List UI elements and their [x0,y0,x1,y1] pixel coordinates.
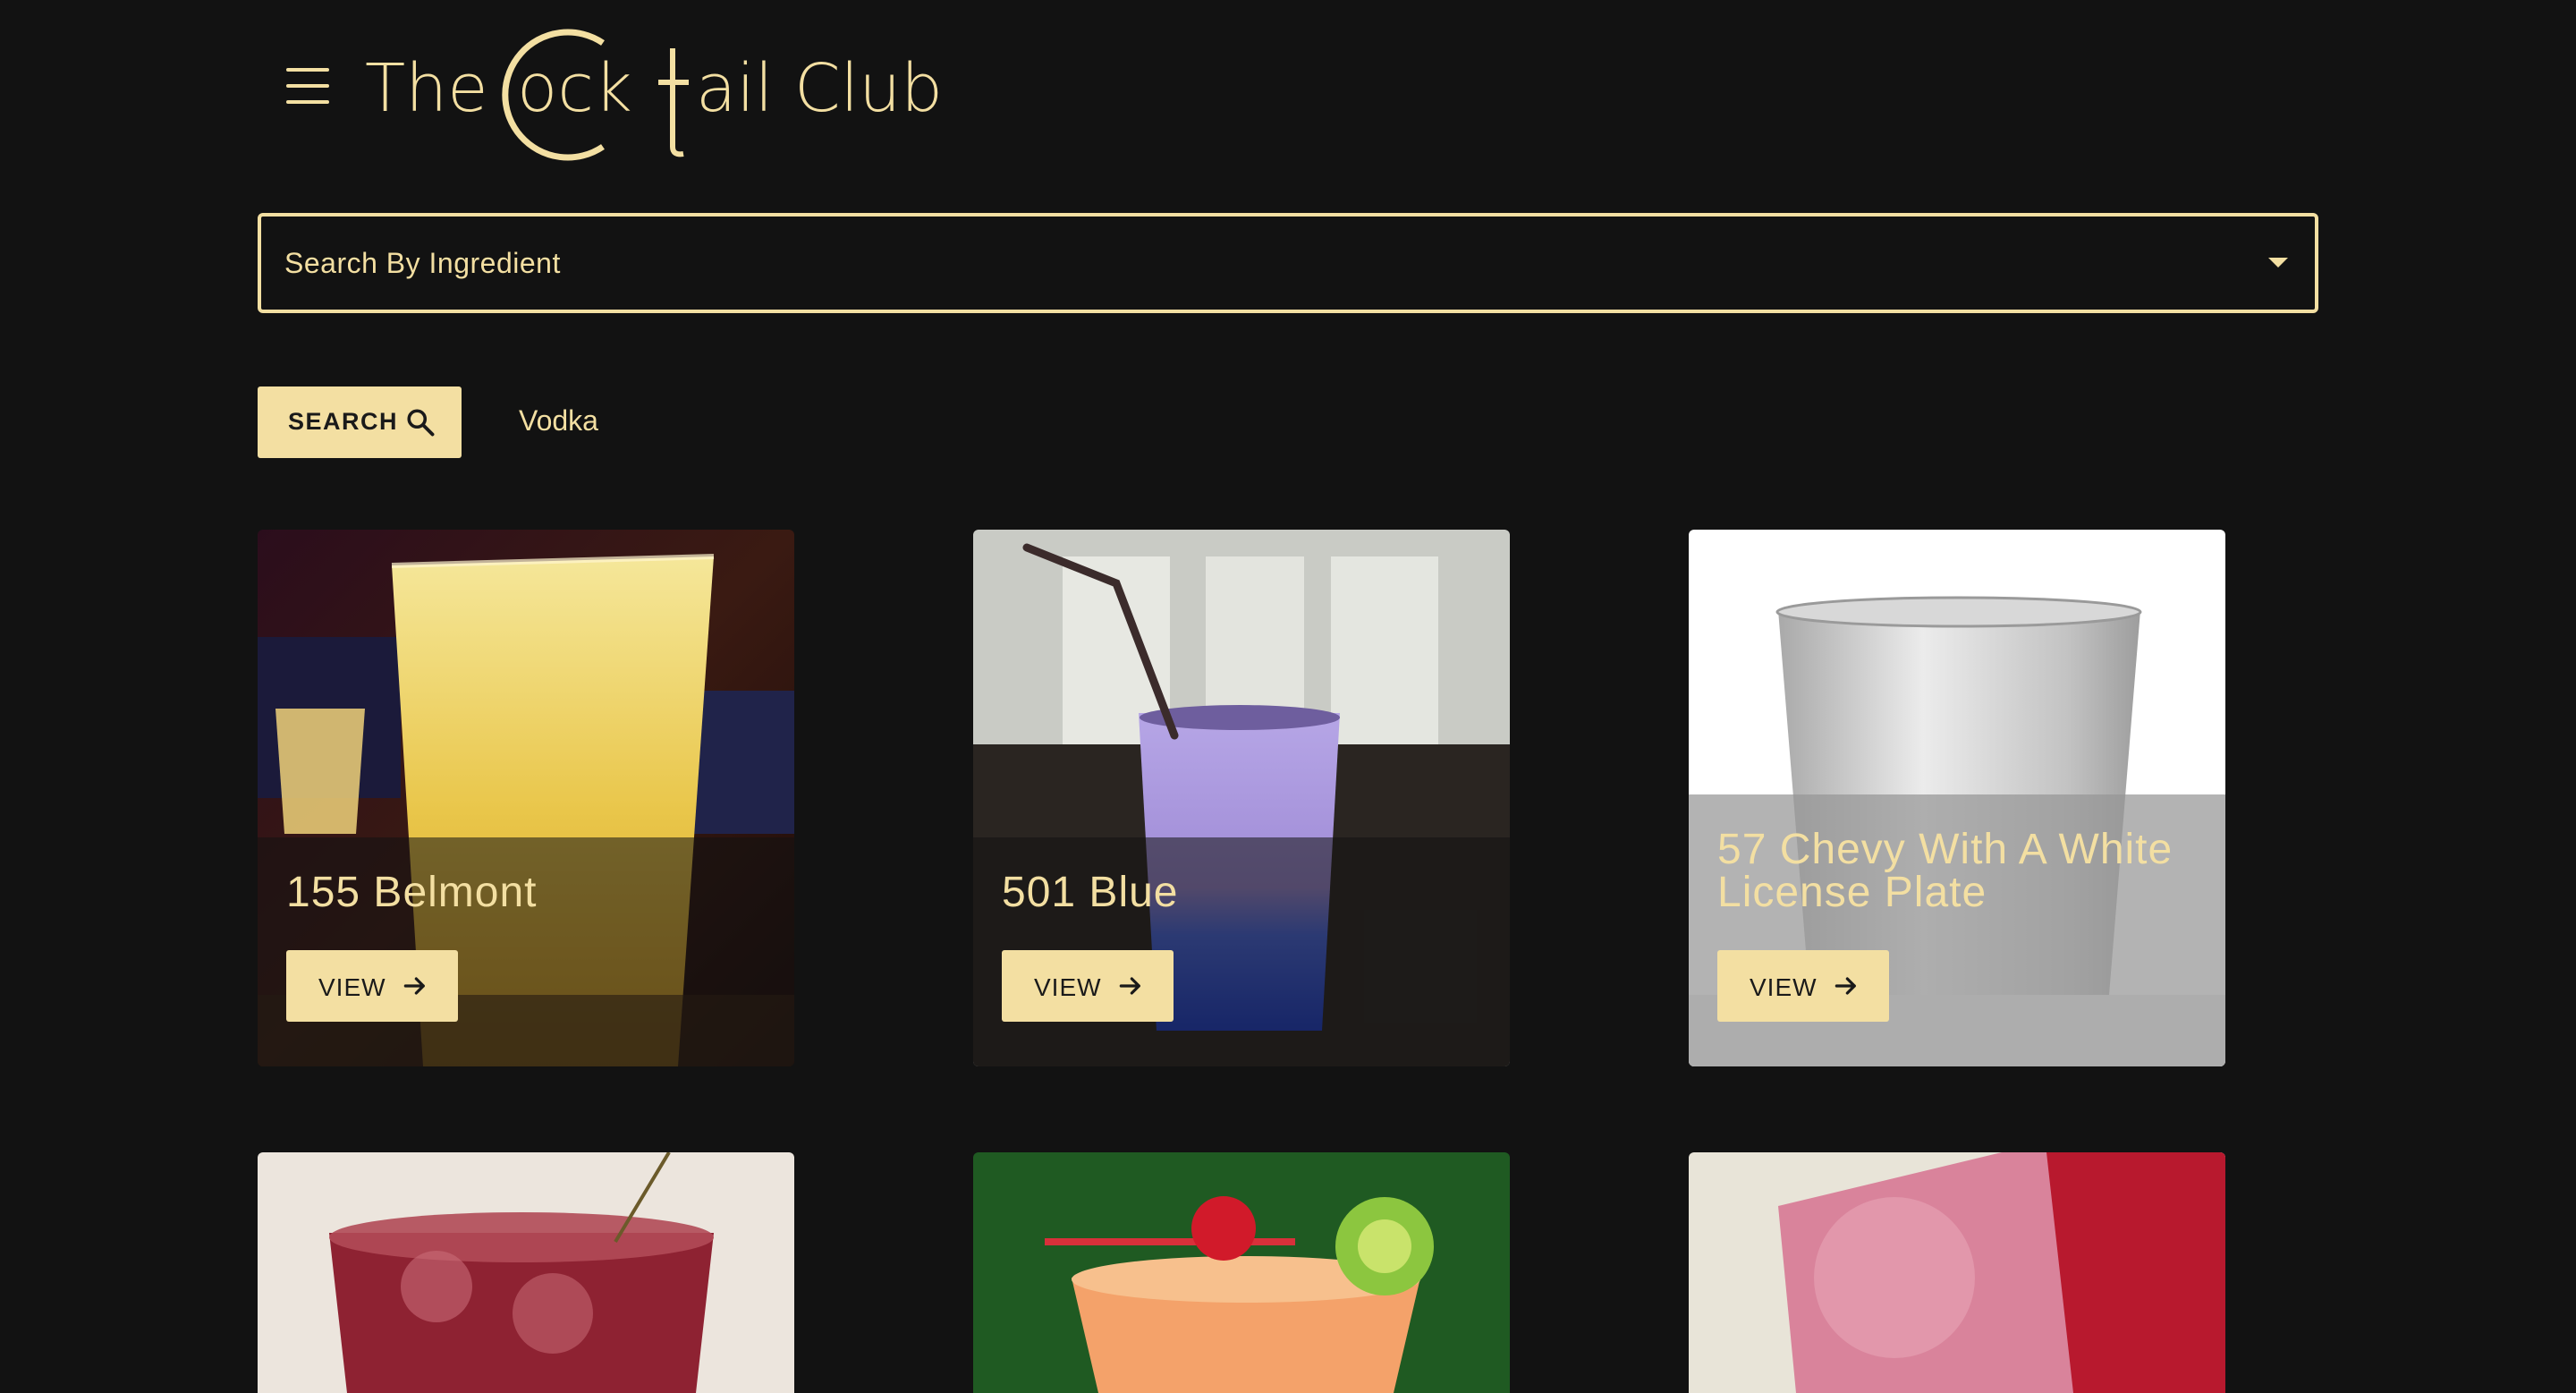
app-header: The ock ail Club [0,0,2576,179]
view-button[interactable]: VIEW [286,950,458,1022]
arrow-right-icon [1119,977,1140,995]
cocktail-photo [973,1152,1510,1393]
logo-text-ail-club: ail Club [696,50,944,127]
menu-line [286,68,329,72]
chevron-down-icon[interactable] [2268,258,2288,268]
view-button[interactable]: VIEW [1717,950,1889,1022]
search-icon [407,409,435,437]
view-button-label: VIEW [1750,973,1818,1001]
cocktail-card[interactable] [258,1152,794,1393]
ingredient-select-placeholder: Search By Ingredient [284,247,561,279]
cocktail-photo [258,1152,794,1393]
site-logo[interactable]: The ock ail Club [365,18,943,170]
arrow-right-icon [1835,977,1856,995]
hamburger-menu-icon[interactable] [279,61,336,111]
view-button[interactable]: VIEW [1002,950,1174,1022]
logo-t-letter [658,48,689,157]
cocktail-name: 501 Blue [1002,869,1179,916]
logo-text-the: The [365,50,488,127]
cocktail-name: 57 Chevy With A White License Plate [1717,826,2174,916]
cocktail-card[interactable]: 57 Chevy With A White License Plate VIEW [1689,530,2225,1066]
selected-ingredient[interactable]: Vodka [519,404,598,437]
arrow-right-icon [403,977,425,995]
view-button-label: VIEW [318,973,386,1001]
menu-line [286,84,329,88]
cocktail-photo [1689,1152,2225,1393]
menu-line [286,100,329,104]
cocktail-card[interactable] [973,1152,1510,1393]
cocktail-name: 155 Belmont [286,869,538,916]
cocktail-card[interactable]: 501 Blue VIEW [973,530,1510,1066]
cocktail-card[interactable] [1689,1152,2225,1393]
logo-text-ock: ock [517,50,632,127]
search-button-label: SEARCH [288,408,399,435]
search-button[interactable]: SEARCH [258,386,462,458]
ingredient-select[interactable]: Search By Ingredient [258,213,2318,313]
view-button-label: VIEW [1034,973,1102,1001]
cocktail-card[interactable]: 155 Belmont VIEW [258,530,794,1066]
